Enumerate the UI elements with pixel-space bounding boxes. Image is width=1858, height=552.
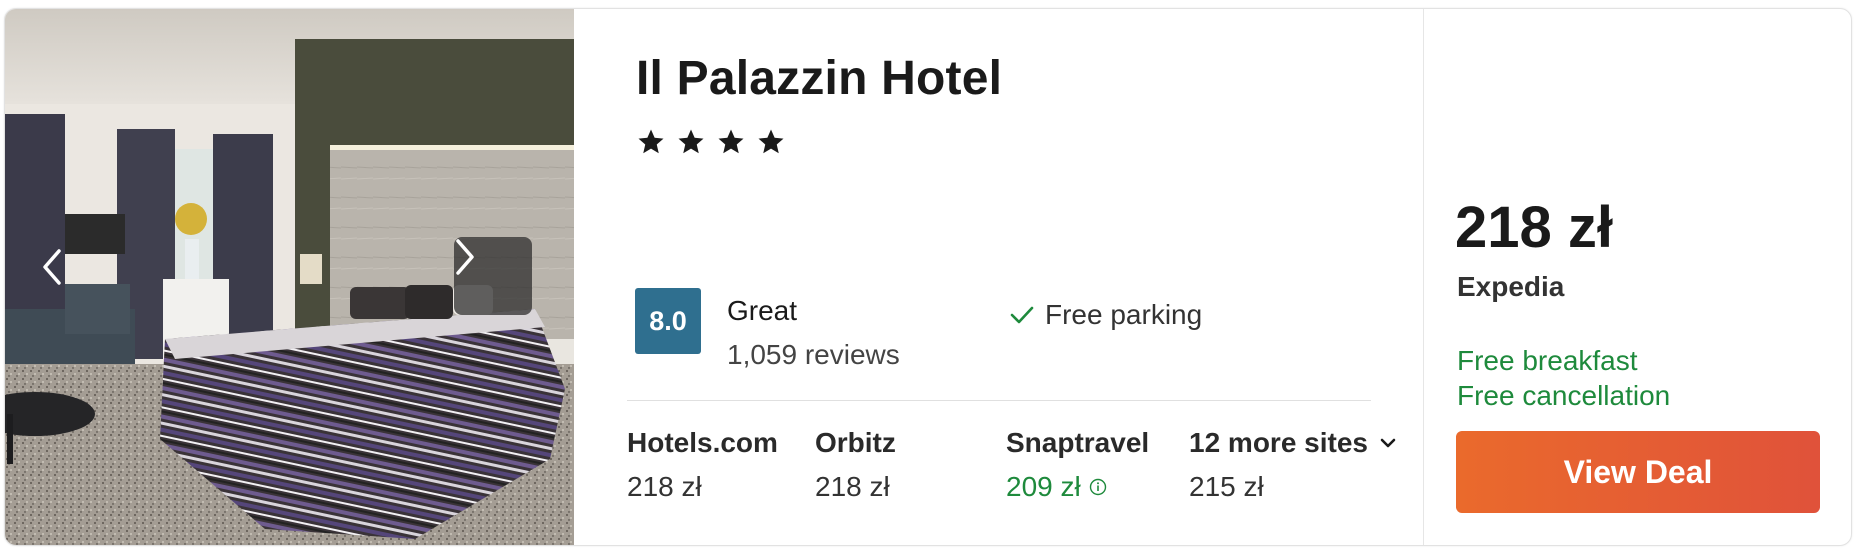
site-name: Snaptravel xyxy=(1006,427,1150,458)
star-icon xyxy=(758,129,784,154)
more-sites-label: 12 more sites xyxy=(1189,427,1368,458)
photo-prev-button[interactable] xyxy=(41,247,85,325)
site-price: 215 zł xyxy=(1189,471,1264,502)
hotel-name[interactable]: Il Palazzin Hotel xyxy=(636,51,1002,106)
review-score-badge: 8.0 xyxy=(635,288,701,354)
site-price: 209 zł xyxy=(1006,471,1081,502)
rating-label: Great xyxy=(727,295,798,326)
star-icon xyxy=(718,129,744,154)
divider xyxy=(627,400,1371,401)
view-deal-button[interactable]: View Deal xyxy=(1456,431,1820,513)
chevron-down-icon xyxy=(1380,438,1396,448)
perk-free-cancellation: Free cancellation xyxy=(1457,380,1671,411)
column-divider xyxy=(1423,9,1424,545)
more-sites-toggle[interactable]: 12 more sites xyxy=(1189,427,1396,459)
chevron-left-icon xyxy=(43,249,61,285)
best-price: 218 zł xyxy=(1455,195,1613,260)
perk-free-breakfast: Free breakfast xyxy=(1457,345,1638,376)
site-offer-more-sites[interactable]: 12 more sites 215 zł xyxy=(1189,427,1396,503)
amenity-label: Free parking xyxy=(1045,299,1203,330)
site-offer-hotels-com[interactable]: Hotels.com 218 zł xyxy=(627,427,778,503)
check-icon xyxy=(1010,306,1034,324)
chevron-right-icon xyxy=(456,239,474,275)
star-rating xyxy=(636,127,786,157)
star-icon xyxy=(678,129,704,154)
site-name: Orbitz xyxy=(815,427,896,458)
info-icon[interactable] xyxy=(1089,478,1107,496)
hotel-result-card[interactable]: Il Palazzin Hotel 8.0 Great 1,059 review… xyxy=(4,8,1852,546)
amenity-free-parking: Free parking xyxy=(1009,299,1202,331)
star-icon xyxy=(638,129,664,154)
site-name: Hotels.com xyxy=(627,427,778,458)
site-price: 218 zł xyxy=(627,471,702,502)
site-price: 218 zł xyxy=(815,471,890,502)
site-price-row: 209 zł xyxy=(1006,471,1149,503)
site-offer-snaptravel[interactable]: Snaptravel 209 zł xyxy=(1006,427,1149,503)
site-offer-orbitz[interactable]: Orbitz 218 zł xyxy=(815,427,896,503)
photo-next-button[interactable] xyxy=(454,237,532,315)
hotel-photo[interactable] xyxy=(5,9,574,545)
best-price-provider: Expedia xyxy=(1457,271,1565,302)
review-count[interactable]: 1,059 reviews xyxy=(727,339,900,371)
